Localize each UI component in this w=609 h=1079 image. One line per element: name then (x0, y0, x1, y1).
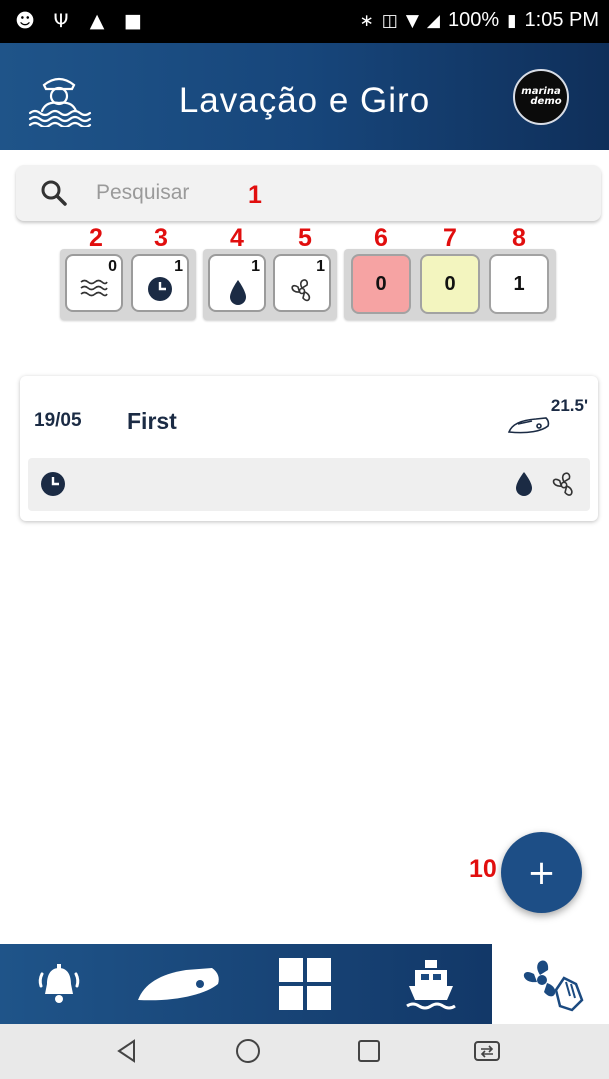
status-white-count: 1 (513, 272, 525, 295)
drop-icon (230, 280, 246, 305)
search-bar[interactable] (16, 165, 601, 221)
grid-icon (279, 958, 331, 1010)
search-icon (41, 180, 67, 206)
rotate-screen-icon[interactable] (472, 1038, 502, 1064)
ship-icon (406, 960, 456, 1010)
annotation-1: 1 (248, 181, 262, 209)
annotation-6: 6 (374, 224, 388, 252)
card-boat-size: 21.5' (550, 396, 588, 415)
filter-group-service: 1 1 (203, 249, 337, 320)
status-red-count: 0 (375, 272, 387, 295)
nav-item-alerts[interactable] (0, 944, 118, 1024)
android-icon: ■ (124, 10, 142, 32)
status-white-button[interactable]: 1 (489, 254, 549, 314)
filter-propeller-count: 1 (316, 258, 325, 275)
nav-item-boats[interactable] (118, 944, 240, 1024)
water-icon (80, 279, 108, 297)
filter-wash-count: 1 (251, 258, 260, 275)
battery-icon: ▮ (507, 10, 517, 31)
filter-group-status: 0 0 1 (344, 249, 556, 320)
status-left-icons: ☻ Ψ ▲ ■ (14, 10, 144, 32)
annotation-8: 8 (512, 224, 526, 252)
filter-clock-count: 1 (174, 258, 183, 275)
propeller-icon (552, 472, 573, 496)
service-card[interactable]: 19/05 First 21.5' (20, 376, 598, 521)
card-date: 19/05 (34, 410, 82, 431)
annotation-4: 4 (230, 224, 244, 252)
bottom-navigation (0, 944, 609, 1024)
filter-water-button[interactable]: 0 (65, 254, 123, 312)
warning-icon: ▲ (89, 10, 105, 32)
boat-icon (507, 417, 550, 434)
nav-item-wash-turn[interactable] (492, 944, 609, 1024)
clock-icon (41, 472, 65, 496)
clock-time: 1:05 PM (524, 9, 599, 31)
propeller-hand-icon (523, 960, 583, 1012)
annotation-7: 7 (443, 224, 457, 252)
status-yellow-button[interactable]: 0 (420, 254, 480, 314)
filter-group-type: 0 1 (60, 249, 196, 320)
avatar-line-2: demo (530, 96, 562, 107)
nav-item-dashboard[interactable] (240, 944, 370, 1024)
search-input[interactable] (96, 175, 576, 211)
boat-icon (138, 968, 219, 1001)
filter-clock-button[interactable]: 1 (131, 254, 189, 312)
wifi-icon: ▼ (405, 10, 419, 31)
person-icon: ☻ (15, 10, 35, 32)
home-icon[interactable] (234, 1038, 262, 1066)
annotation-3: 3 (154, 224, 168, 252)
status-right: ∗ ◫ ▼ ◢ 100% ▮ 1:05 PM (360, 9, 599, 32)
clock-icon (148, 277, 172, 301)
add-button-label: + (527, 852, 556, 893)
filter-propeller-button[interactable]: 1 (273, 254, 331, 312)
add-button[interactable]: + (501, 832, 582, 913)
filter-wash-button[interactable]: 1 (208, 254, 266, 312)
annotation-5: 5 (298, 224, 312, 252)
propeller-icon (291, 279, 311, 302)
battery-level: 100% (448, 9, 500, 31)
back-icon[interactable] (114, 1038, 140, 1064)
annotation-10: 10 (469, 855, 497, 883)
card-boat-name: First (127, 408, 177, 434)
status-red-button[interactable]: 0 (351, 254, 411, 314)
status-bar: ☻ Ψ ▲ ■ ∗ ◫ ▼ ◢ 100% ▮ 1:05 PM (0, 0, 609, 43)
status-yellow-count: 0 (444, 272, 456, 295)
system-navigation-bar (0, 1024, 609, 1079)
recents-icon[interactable] (356, 1038, 382, 1064)
usb-icon: Ψ (53, 10, 69, 32)
card-footer (28, 458, 590, 511)
filter-water-count: 0 (108, 258, 117, 275)
drop-icon (516, 472, 532, 496)
nav-item-marina[interactable] (370, 944, 492, 1024)
bluetooth-icon: ∗ (359, 10, 374, 31)
annotation-2: 2 (89, 224, 103, 252)
marina-avatar[interactable]: marina demo (513, 69, 569, 125)
app-header: Lavação e Giro marina demo (0, 43, 609, 150)
signal-icon: ◢ (426, 10, 440, 31)
vibrate-icon: ◫ (381, 10, 398, 31)
bell-icon (38, 964, 80, 1003)
